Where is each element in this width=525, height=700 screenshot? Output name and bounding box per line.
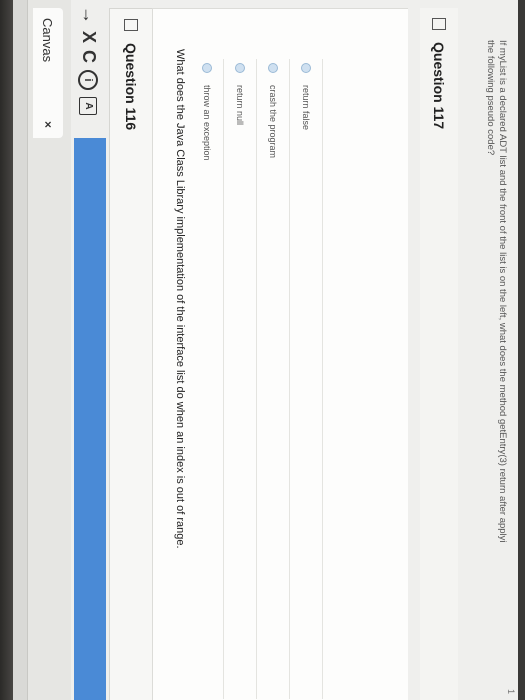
question-title: Question 117 (431, 42, 447, 130)
reader-icon[interactable]: A (79, 97, 98, 116)
answer-option[interactable]: return false (290, 59, 323, 699)
radio-button[interactable] (202, 63, 212, 73)
flag-question-icon[interactable] (432, 18, 446, 30)
radio-button[interactable] (268, 63, 278, 73)
radio-button[interactable] (235, 63, 245, 73)
question-text-line: the following pseudo code? (485, 40, 496, 156)
radio-button[interactable] (301, 63, 311, 73)
question-text: What does the Java Class Library impleme… (174, 49, 186, 549)
flag-question-icon[interactable] (124, 19, 138, 31)
answer-option[interactable]: crash the program (257, 59, 290, 699)
answer-label: return null (235, 85, 245, 126)
page-marker: 1 (506, 688, 516, 694)
question-header: Question 116 (109, 8, 153, 700)
question-title: Question 116 (123, 43, 139, 131)
question-text-line: If myList is a declared ADT list and the… (497, 40, 508, 543)
question-text: If myList is a declared ADT list and the… (484, 40, 508, 543)
answer-option[interactable]: return null (224, 59, 257, 699)
reload-icon[interactable]: C (78, 50, 99, 63)
window-top-edge (13, 0, 28, 700)
stop-icon[interactable]: X (78, 31, 99, 43)
info-icon[interactable]: i (78, 70, 99, 91)
question-body: What does the Java Class Library impleme… (152, 8, 408, 700)
tab-close-icon[interactable]: × (41, 121, 55, 128)
tab-title: Canvas (40, 18, 56, 63)
question-header: Question 117 (420, 8, 458, 700)
answer-label: return false (301, 85, 311, 131)
answer-option[interactable]: throw an exception (191, 59, 224, 699)
laptop-bezel (0, 0, 14, 700)
back-arrow-icon[interactable]: → (78, 6, 99, 24)
browser-screen: Canvas × → X C i A Question 116 What doe… (13, 0, 518, 700)
browser-tab[interactable]: Canvas × (33, 8, 63, 138)
tab-bar: Canvas × (27, 0, 71, 700)
answer-list: return false crash the program return nu… (191, 59, 323, 699)
navigation-toolbar: → X C i A (71, 0, 106, 138)
answer-label: crash the program (268, 85, 278, 159)
answer-label: throw an exception (202, 85, 212, 161)
address-bar[interactable] (74, 138, 106, 700)
